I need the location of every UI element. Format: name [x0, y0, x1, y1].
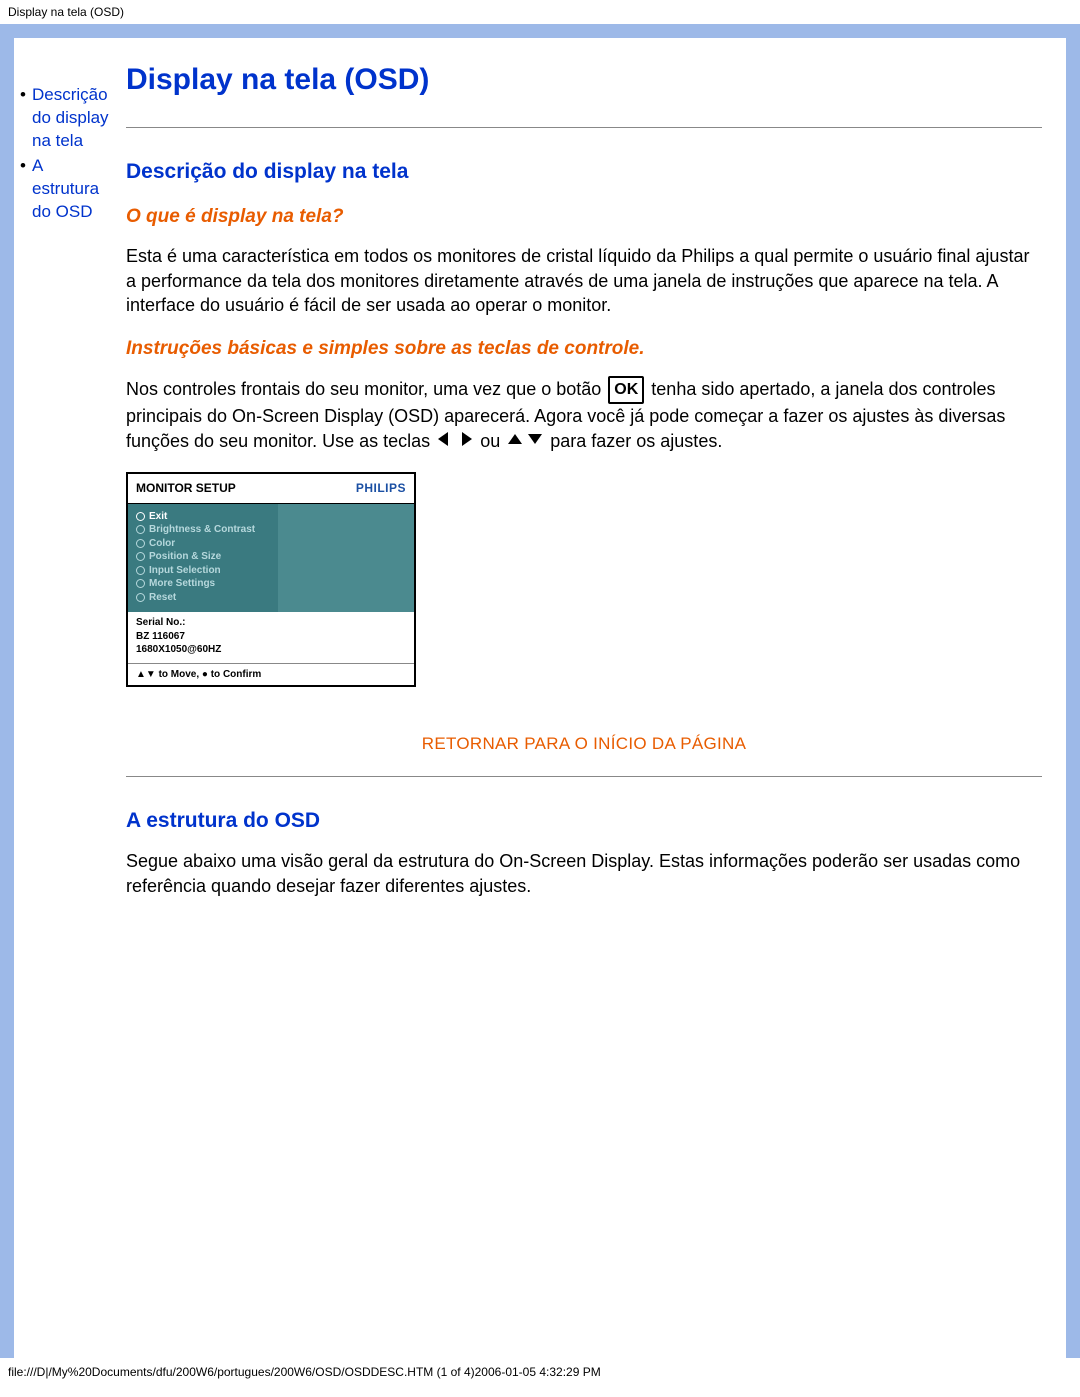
- osd-serial-label: Serial No.:: [136, 616, 406, 630]
- osd-hint: ▲▼ to Move, ● to Confirm: [128, 663, 414, 686]
- osd-menu-item: Brightness & Contrast: [136, 523, 270, 537]
- sidebar-item-descricao[interactable]: • Descrição do display na tela: [20, 84, 114, 153]
- paragraph-instrucoes: Nos controles frontais do seu monitor, u…: [126, 376, 1042, 455]
- ok-button-icon: OK: [608, 376, 644, 404]
- osd-menu-item: More Settings: [136, 577, 270, 591]
- section-heading-estrutura: A estrutura do OSD: [126, 807, 1042, 835]
- text-fragment: Nos controles frontais do seu monitor, u…: [126, 379, 606, 399]
- osd-resolution: 1680X1050@60HZ: [136, 643, 406, 657]
- text-fragment: para fazer os ajustes.: [550, 431, 722, 451]
- osd-menu-item: Color: [136, 537, 270, 551]
- osd-info: Serial No.: BZ 116067 1680X1050@60HZ: [128, 612, 414, 663]
- osd-menu-item: Input Selection: [136, 564, 270, 578]
- osd-top-bar: MONITOR SETUP PHILIPS: [128, 474, 414, 503]
- sidebar-link-estrutura[interactable]: A estrutura do OSD: [32, 155, 114, 224]
- paragraph-estrutura: Segue abaixo uma visão geral da estrutur…: [126, 849, 1042, 899]
- osd-brand: PHILIPS: [356, 480, 406, 496]
- sidebar-nav: • Descrição do display na tela • A estru…: [14, 38, 118, 1358]
- osd-screenshot: MONITOR SETUP PHILIPS Exit Brightness & …: [126, 472, 416, 687]
- main-content: Display na tela (OSD) Descrição do displ…: [118, 38, 1066, 1358]
- sidebar-link-descricao[interactable]: Descrição do display na tela: [32, 84, 114, 153]
- browser-title-bar: Display na tela (OSD): [0, 0, 1080, 24]
- menu-dot-icon: [136, 512, 145, 521]
- divider: [126, 127, 1042, 128]
- menu-dot-icon: [136, 579, 145, 588]
- menu-dot-icon: [136, 539, 145, 548]
- osd-menu-item: Reset: [136, 591, 270, 605]
- paragraph-descricao: Esta é uma característica em todos os mo…: [126, 244, 1042, 318]
- osd-menu-item: Exit: [136, 510, 270, 524]
- return-top-link-wrap: RETORNAR PARA O INÍCIO DA PÁGINA: [126, 731, 1042, 756]
- divider: [126, 776, 1042, 777]
- osd-menu-item: Position & Size: [136, 550, 270, 564]
- subheading-instrucoes: Instruções básicas e simples sobre as te…: [126, 336, 1042, 362]
- menu-dot-icon: [136, 566, 145, 575]
- bullet-icon: •: [20, 84, 32, 153]
- page-title: Display na tela (OSD): [126, 60, 1042, 101]
- sidebar-item-estrutura[interactable]: • A estrutura do OSD: [20, 155, 114, 224]
- return-top-link[interactable]: RETORNAR PARA O INÍCIO DA PÁGINA: [422, 734, 746, 753]
- arrow-right-icon: [456, 430, 474, 455]
- section-heading-descricao: Descrição do display na tela: [126, 158, 1042, 186]
- osd-menu: Exit Brightness & Contrast Color Positio…: [128, 504, 278, 613]
- arrow-up-icon: [506, 430, 524, 455]
- osd-body: Exit Brightness & Contrast Color Positio…: [128, 504, 414, 613]
- page-container: • Descrição do display na tela • A estru…: [14, 38, 1066, 1358]
- menu-dot-icon: [136, 552, 145, 561]
- osd-title: MONITOR SETUP: [136, 480, 236, 496]
- menu-dot-icon: [136, 593, 145, 602]
- arrow-down-icon: [526, 430, 544, 455]
- page-frame: • Descrição do display na tela • A estru…: [0, 24, 1080, 1358]
- osd-serial: BZ 116067: [136, 630, 406, 644]
- bullet-icon: •: [20, 155, 32, 224]
- text-fragment: ou: [480, 431, 505, 451]
- subheading-oque: O que é display na tela?: [126, 204, 1042, 230]
- arrow-left-icon: [436, 430, 454, 455]
- footer-path-bar: file:///D|/My%20Documents/dfu/200W6/port…: [0, 1358, 1080, 1386]
- menu-dot-icon: [136, 525, 145, 534]
